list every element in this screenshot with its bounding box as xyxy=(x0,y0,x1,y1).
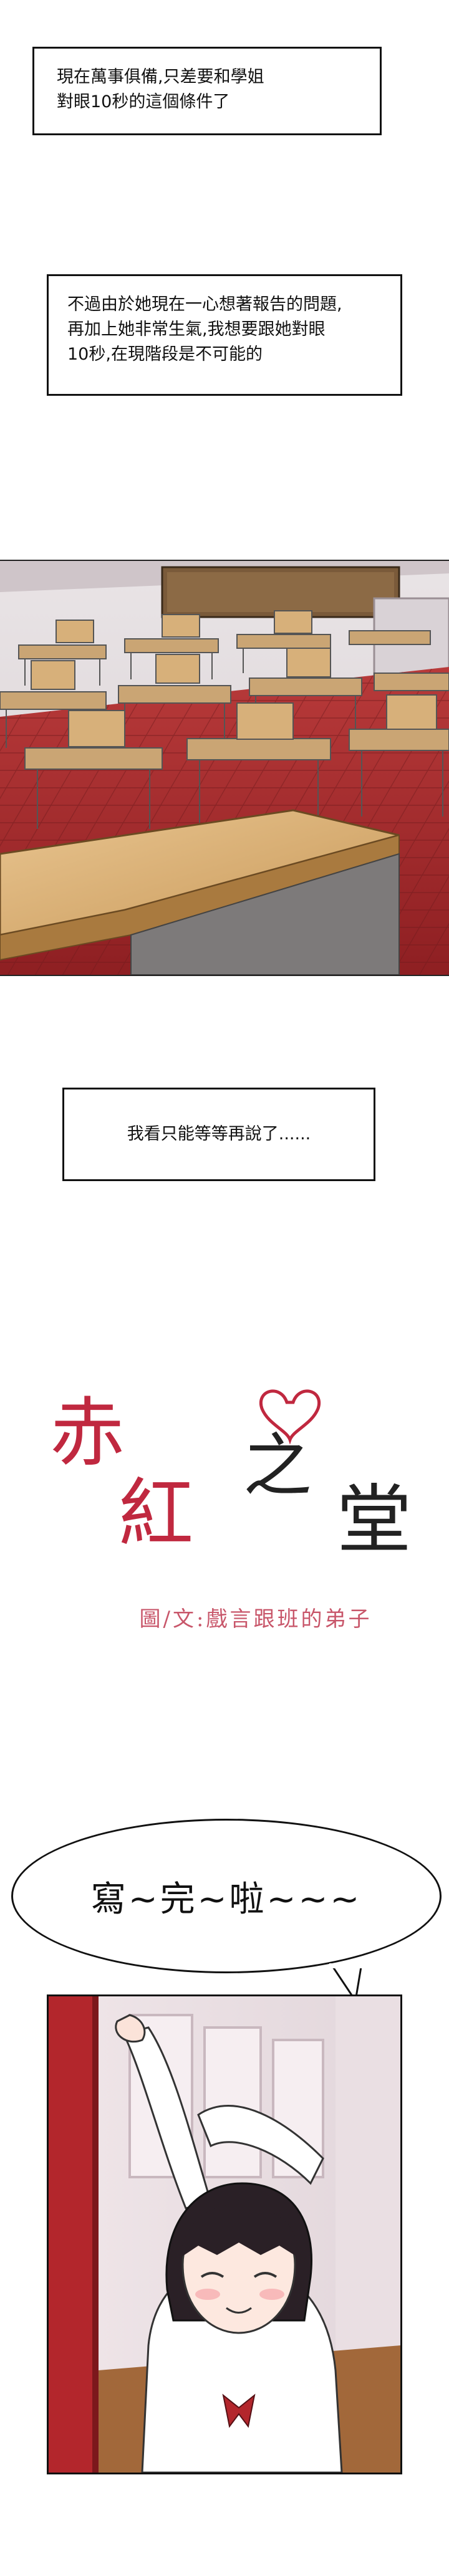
title-char: 堂 xyxy=(337,1477,412,1564)
classroom-illustration xyxy=(0,561,449,975)
narration-line: 現在萬事俱備,只差要和學姐 xyxy=(57,67,264,87)
narration-box-3: 我看只能等等再說了...... xyxy=(62,1088,375,1181)
title-char: 之 xyxy=(243,1426,312,1506)
series-title-logo: 赤 紅 之 堂 xyxy=(50,1389,412,1564)
narration-box-2: 不過由於她現在一心想著報告的問題, 再加上她非常生氣,我想要跟她對眼 10秒,在… xyxy=(47,274,402,396)
narration-line: 我看只能等等再說了...... xyxy=(127,1124,311,1144)
stretching-girl-illustration xyxy=(49,1996,400,2473)
narration-line: 10秒,在現階段是不可能的 xyxy=(67,345,263,364)
narration-line: 再加上她非常生氣,我想要跟她對眼 xyxy=(67,320,326,339)
title-char: 赤 xyxy=(50,1390,125,1477)
narration-line: 對眼10秒的這個條件了 xyxy=(57,92,230,112)
classroom-panel xyxy=(0,560,449,976)
author-credit: 圖/文:戲言跟班的弟子 xyxy=(139,1607,372,1632)
hallway-panel xyxy=(47,1994,402,2474)
title-char: 紅 xyxy=(118,1471,193,1558)
narration-line: 不過由於她現在一心想著報告的問題, xyxy=(67,295,342,314)
speech-bubble: 寫~完~啦~~~ xyxy=(11,1819,442,1973)
speech-text: 寫~完~啦~~~ xyxy=(90,1879,362,1920)
narration-box-1: 現在萬事俱備,只差要和學姐 對眼10秒的這個條件了 xyxy=(32,47,382,135)
